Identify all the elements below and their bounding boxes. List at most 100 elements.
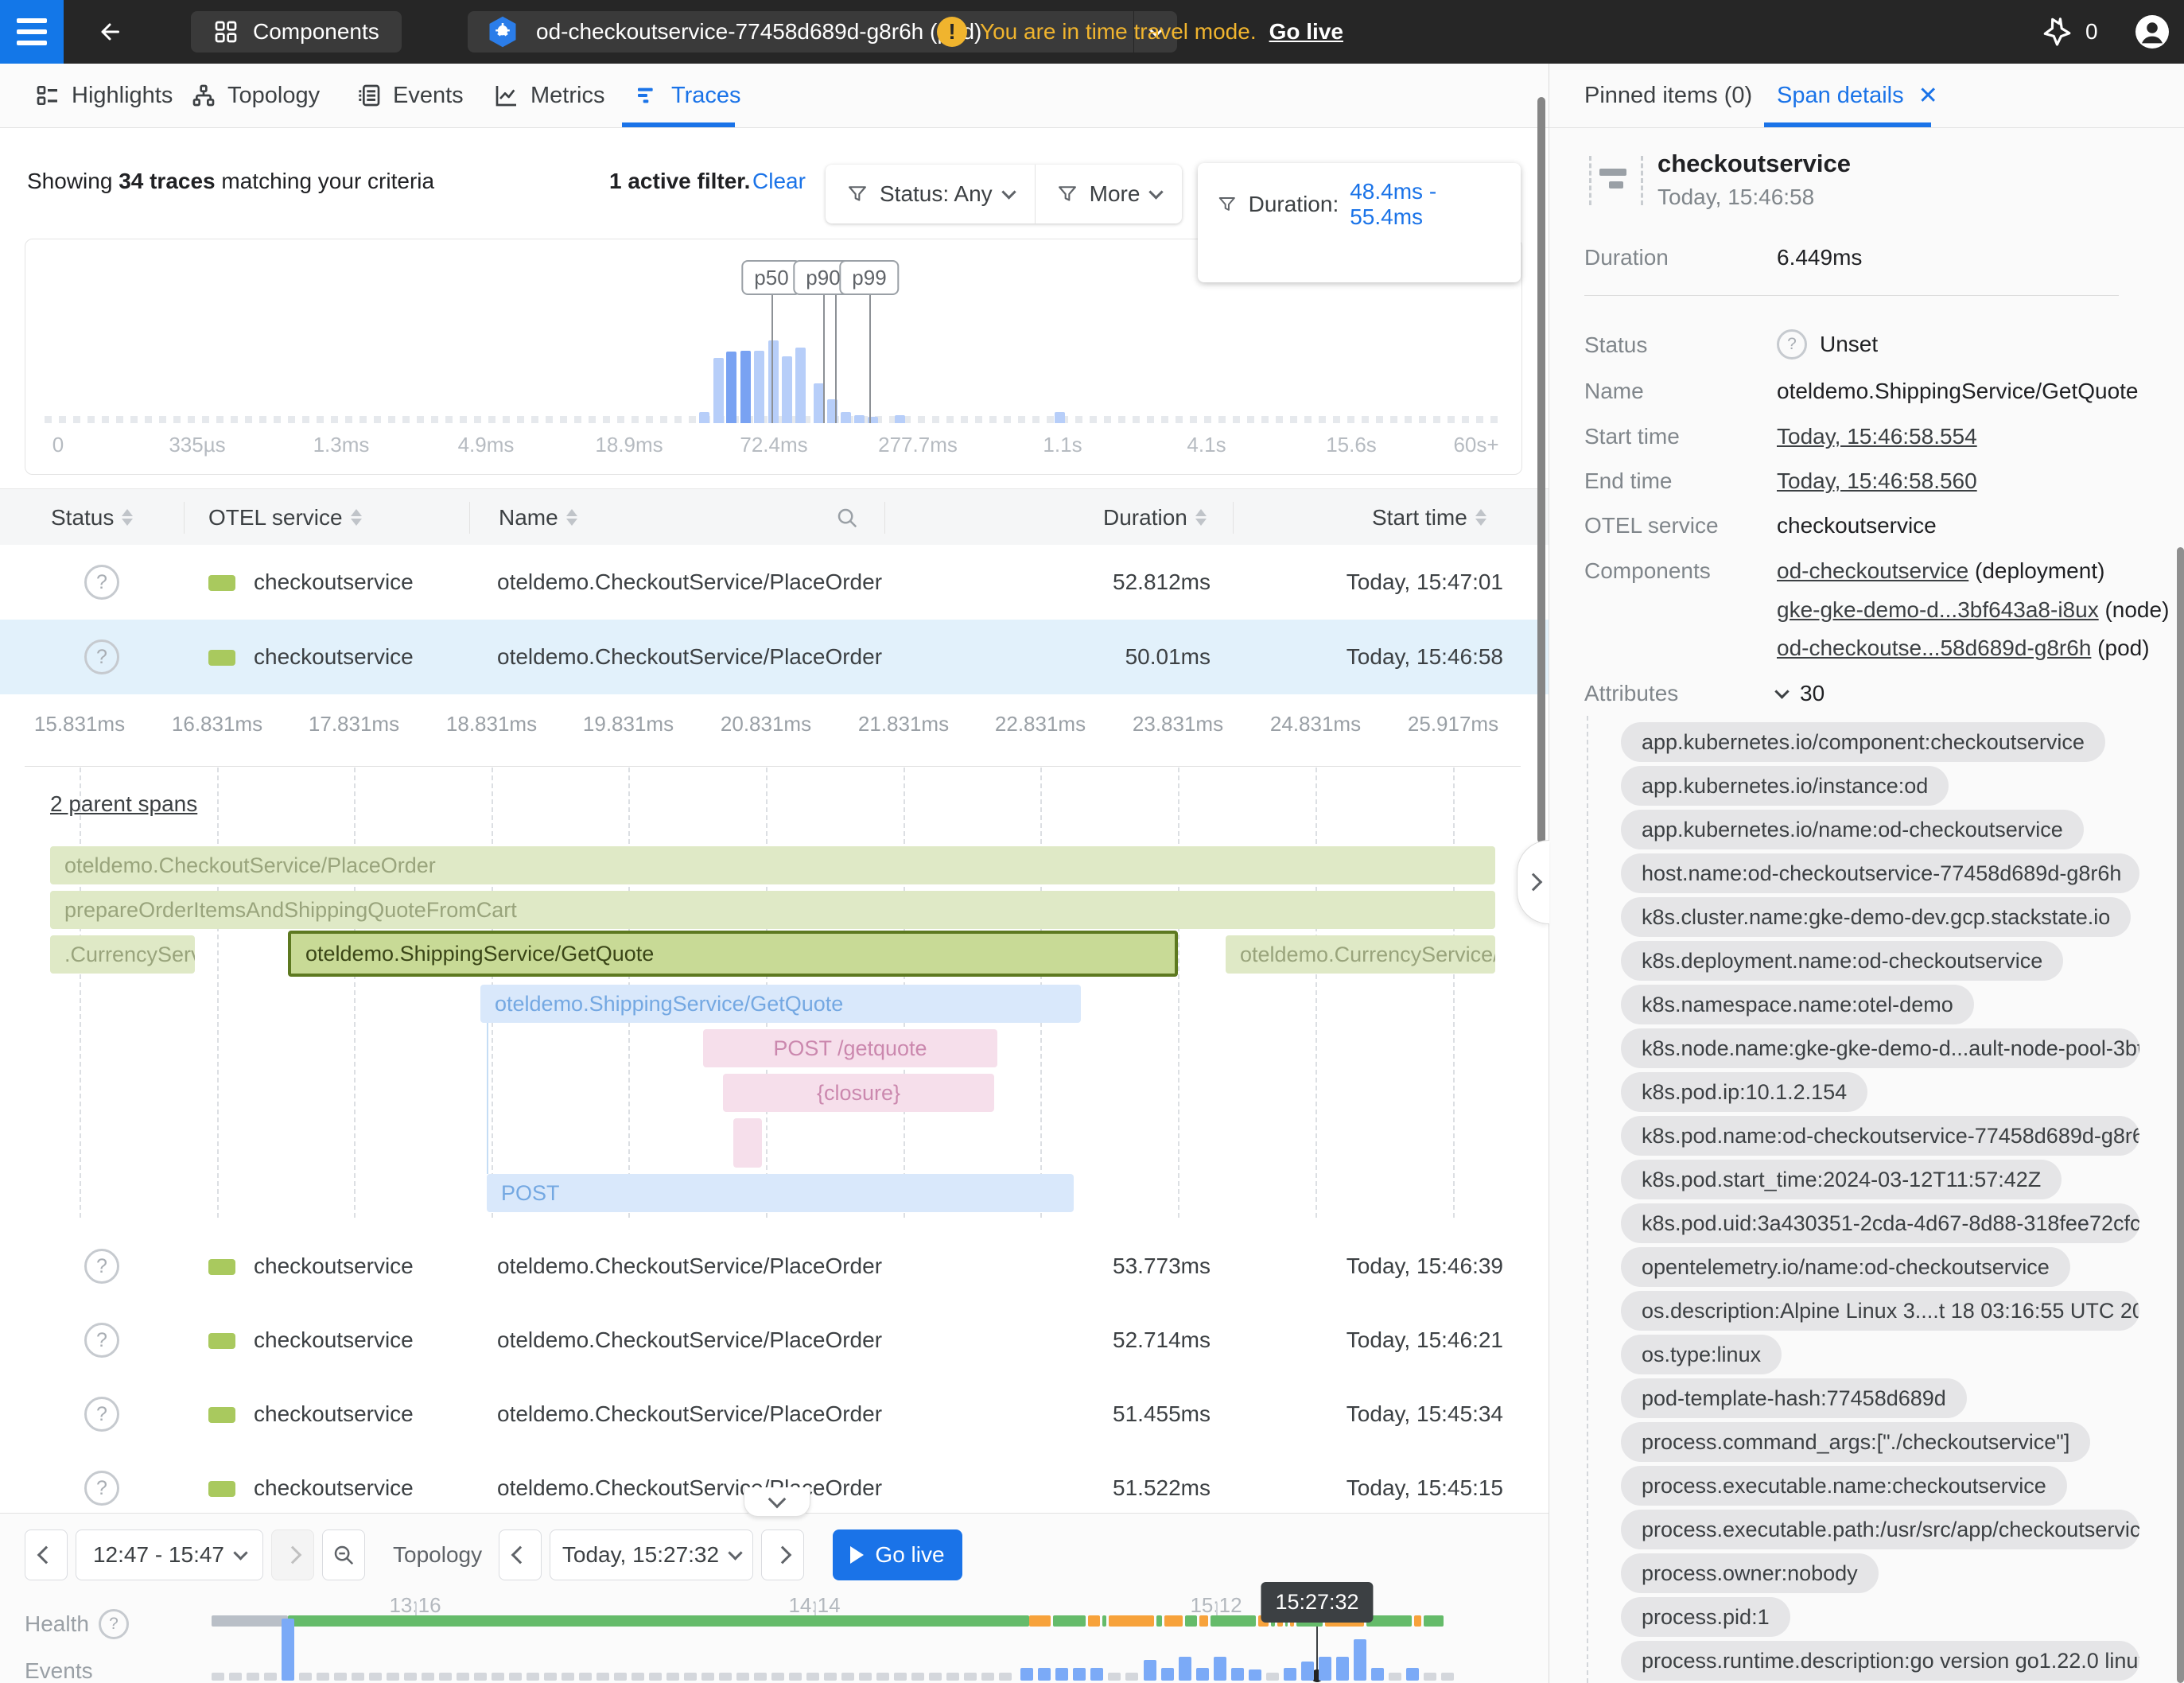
event-bar[interactable] [894, 1673, 907, 1681]
attribute-chip[interactable]: app.kubernetes.io/component:checkoutserv… [1621, 722, 2105, 762]
event-bar[interactable] [771, 1673, 784, 1681]
datetime-prev-button[interactable] [499, 1529, 542, 1580]
event-bar[interactable] [701, 1673, 714, 1681]
pin-icon[interactable] [2041, 15, 2074, 49]
event-bar[interactable] [264, 1673, 277, 1681]
name-search-button[interactable] [835, 489, 859, 546]
event-bar[interactable] [981, 1673, 994, 1681]
event-bar[interactable] [1249, 1669, 1261, 1681]
event-bar[interactable] [282, 1619, 294, 1681]
table-row[interactable]: ?checkoutserviceoteldemo.CheckoutService… [0, 1377, 1549, 1452]
event-bar[interactable] [754, 1673, 767, 1681]
event-bar[interactable] [631, 1673, 644, 1681]
go-live-link[interactable]: Go live [1269, 19, 1343, 45]
event-bar[interactable] [457, 1673, 469, 1681]
histogram-bar[interactable] [713, 358, 724, 423]
event-bar[interactable] [614, 1673, 627, 1681]
histogram-bar[interactable] [782, 356, 792, 423]
event-bar[interactable] [876, 1673, 889, 1681]
span-bar[interactable]: prepareOrderItemsAndShippingQuoteFromCar… [50, 891, 1495, 929]
event-bar[interactable] [299, 1673, 312, 1681]
tab-traces[interactable]: Traces [635, 64, 741, 127]
span-bar[interactable]: oteldemo.ShippingService/GetQuote [480, 985, 1081, 1023]
tab-metrics[interactable]: Metrics [494, 64, 604, 127]
component-link[interactable]: od-checkoutse...58d689d-g8r6h [1777, 635, 2091, 660]
hamburger-menu-button[interactable] [0, 0, 64, 64]
event-bar[interactable] [929, 1673, 942, 1681]
event-bar[interactable] [1125, 1673, 1138, 1681]
time-range-next-button[interactable] [271, 1529, 314, 1580]
attribute-chip[interactable]: k8s.pod.ip:10.1.2.154 [1621, 1072, 1867, 1112]
component-link[interactable]: gke-gke-demo-d...3bf643a8-i8ux [1777, 597, 2099, 622]
tab-topology[interactable]: Topology [191, 64, 320, 127]
column-header-duration[interactable]: Duration [1103, 489, 1207, 546]
attribute-chip[interactable]: app.kubernetes.io/name:od-checkoutservic… [1621, 810, 2084, 849]
attribute-chip[interactable]: process.owner:nobody [1621, 1553, 1879, 1593]
event-bar[interactable] [736, 1673, 749, 1681]
attribute-chip[interactable]: pod-template-hash:77458d689d [1621, 1378, 1967, 1418]
column-header-otel-service[interactable]: OTEL service [208, 489, 362, 546]
event-bar[interactable] [999, 1673, 1012, 1681]
histogram-bar[interactable] [854, 415, 865, 423]
event-bar[interactable] [387, 1673, 399, 1681]
event-bar[interactable] [1038, 1668, 1051, 1681]
histogram-bar[interactable] [768, 340, 779, 423]
time-range-dropdown[interactable]: 12:47 - 15:47 [76, 1529, 263, 1580]
attributes-toggle[interactable]: 30 [1777, 681, 1825, 706]
end-time-value[interactable]: Today, 15:46:58.560 [1777, 468, 1977, 494]
event-bar[interactable] [597, 1673, 609, 1681]
event-bar[interactable] [1196, 1668, 1209, 1681]
event-bar[interactable] [579, 1673, 592, 1681]
event-bar[interactable] [1020, 1668, 1033, 1681]
sort-icon[interactable] [122, 509, 133, 526]
event-bar[interactable] [841, 1673, 854, 1681]
main-scrollbar[interactable] [1537, 97, 1545, 843]
histogram-bar[interactable] [841, 412, 851, 423]
event-bar[interactable] [212, 1673, 224, 1681]
event-bar[interactable] [1214, 1657, 1226, 1681]
close-icon[interactable]: ✕ [1918, 82, 1938, 110]
attribute-chip[interactable]: process.executable.path:/usr/src/app/che… [1621, 1510, 2139, 1549]
avatar[interactable] [2133, 13, 2171, 51]
event-bar[interactable] [1284, 1668, 1296, 1681]
table-row[interactable]: ?checkoutserviceoteldemo.CheckoutService… [0, 620, 1549, 694]
event-bar[interactable] [1301, 1662, 1314, 1681]
attribute-chip[interactable]: k8s.namespace.name:otel-demo [1621, 985, 1974, 1024]
datetime-dropdown[interactable]: Today, 15:27:32 [550, 1529, 753, 1580]
event-bar[interactable] [474, 1673, 487, 1681]
event-bar[interactable] [404, 1673, 417, 1681]
tab-span-details[interactable]: Span details ✕ [1777, 64, 1938, 127]
span-bar[interactable]: .CurrencyServ... [50, 935, 195, 974]
component-link-row[interactable]: gke-gke-demo-d...3bf643a8-i8ux (node) [1777, 597, 2169, 623]
event-bar[interactable] [247, 1673, 259, 1681]
status-filter-button[interactable]: Status: Any [826, 165, 1035, 223]
event-bar[interactable] [1073, 1668, 1086, 1681]
event-bar[interactable] [1319, 1657, 1331, 1681]
event-bar[interactable] [1055, 1668, 1068, 1681]
collapse-timeline-handle[interactable] [744, 1487, 810, 1517]
event-bar[interactable] [229, 1673, 242, 1681]
attribute-chip[interactable]: k8s.cluster.name:gke-demo-dev.gcp.stacks… [1621, 897, 2131, 937]
event-bar[interactable] [527, 1673, 539, 1681]
components-nav-button[interactable]: Components [191, 11, 402, 52]
span-bar[interactable]: POST [487, 1174, 1074, 1212]
event-bar[interactable] [1144, 1660, 1156, 1681]
event-bar[interactable] [1336, 1657, 1349, 1681]
attribute-chip[interactable]: opentelemetry.io/name:od-checkoutservice [1621, 1247, 2070, 1287]
histogram-bar[interactable] [740, 351, 751, 423]
column-header-status[interactable]: Status [51, 489, 133, 546]
span-bar[interactable] [733, 1118, 762, 1168]
event-bar[interactable] [544, 1673, 557, 1681]
span-bar[interactable]: POST /getquote [703, 1029, 997, 1067]
attribute-chip[interactable]: process.runtime.description:go version g… [1621, 1641, 2139, 1681]
attribute-chip[interactable]: host.name:od-checkoutservice-77458d689d-… [1621, 853, 2139, 893]
event-bar[interactable] [964, 1673, 977, 1681]
event-bar[interactable] [492, 1673, 504, 1681]
component-link-row[interactable]: od-checkoutse...58d689d-g8r6h (pod) [1777, 635, 2150, 661]
event-bar[interactable] [509, 1673, 522, 1681]
more-filter-button[interactable]: More [1035, 165, 1183, 223]
event-bar[interactable] [1441, 1673, 1454, 1681]
time-range-prev-button[interactable] [25, 1529, 68, 1580]
event-bar[interactable] [1161, 1668, 1174, 1681]
attribute-chip[interactable]: k8s.pod.name:od-checkoutservice-77458d68… [1621, 1116, 2139, 1156]
